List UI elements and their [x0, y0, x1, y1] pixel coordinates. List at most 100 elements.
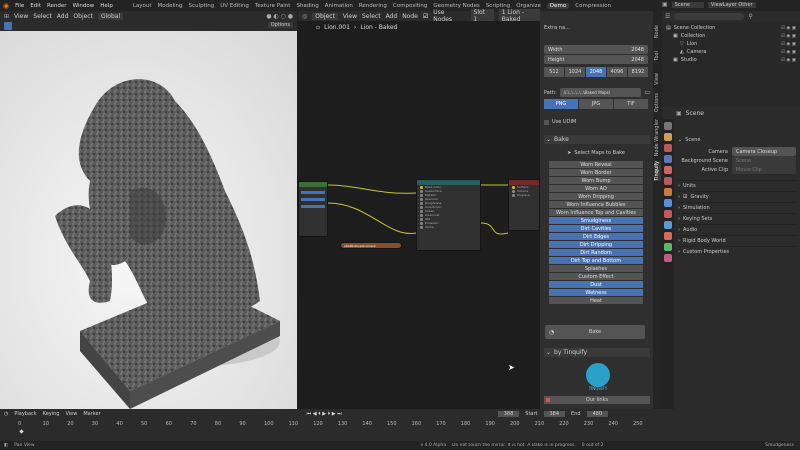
tinquify-section-header[interactable]: ⌄ by Tinquify: [544, 348, 650, 357]
timeline-menu-keying[interactable]: Keying: [43, 411, 60, 417]
tab-shading[interactable]: Shading: [296, 3, 318, 9]
folder-icon[interactable]: ▭: [644, 89, 650, 96]
width-field[interactable]: Width 2048: [544, 45, 648, 54]
viewport-menu-add[interactable]: Add: [57, 13, 69, 20]
breadcrumb-object[interactable]: Lion.001: [324, 24, 350, 31]
select-tool-icon[interactable]: [4, 22, 12, 30]
view-layer-props-icon[interactable]: [664, 155, 672, 163]
visibility-toggles[interactable]: ☑ ◉ ▣: [781, 58, 796, 63]
map-toggle-wetness[interactable]: Wetness: [549, 289, 643, 297]
render-props-icon[interactable]: [664, 133, 672, 141]
tab-options[interactable]: Options: [654, 93, 661, 112]
tab-texture-paint[interactable]: Texture Paint: [255, 3, 291, 9]
map-toggle-worn-influence-top-and-cavities[interactable]: Worn Influence Top and Cavities: [549, 209, 643, 217]
material-props-icon[interactable]: [664, 254, 672, 262]
tab-uv-editing[interactable]: UV Editing: [220, 3, 249, 9]
output-node[interactable]: Surface Volume Displace: [508, 179, 540, 231]
map-toggle-worn-ao[interactable]: Worn AO: [549, 185, 643, 193]
our-links-button[interactable]: Our links: [544, 396, 650, 404]
group-node[interactable]: Base Color Subsurface Metallic Specular …: [416, 179, 481, 251]
tab-scripting[interactable]: Scripting: [486, 3, 510, 9]
visibility-toggles[interactable]: ☑ ◉ ▣: [781, 42, 796, 47]
format-tif[interactable]: TIF: [614, 99, 648, 109]
input-node[interactable]: [298, 181, 328, 237]
timeline-menu-view[interactable]: View: [65, 411, 77, 417]
options-dropdown[interactable]: Options: [267, 22, 293, 28]
viewport-menu-view[interactable]: View: [14, 13, 28, 20]
menu-file[interactable]: File: [15, 3, 24, 9]
node-editor-icon[interactable]: ◎: [302, 13, 307, 20]
modifier-props-icon[interactable]: [664, 199, 672, 207]
orientation-select[interactable]: Global: [97, 12, 124, 20]
viewport-menu-select[interactable]: Select: [33, 13, 52, 20]
tab-sculpting[interactable]: Sculpting: [189, 3, 215, 9]
timeline[interactable]: ◷ Playback Keying View Marker ⏮ ◀ ⏴ ▶ ⏵ …: [0, 409, 800, 441]
udim-checkbox[interactable]: [544, 119, 549, 125]
clock-icon[interactable]: ◷: [4, 411, 8, 417]
node-menu-view[interactable]: View: [343, 13, 357, 20]
scene-name[interactable]: Scene: [671, 1, 704, 8]
node-menu-select[interactable]: Select: [362, 13, 381, 20]
menu-render[interactable]: Render: [47, 3, 67, 9]
res-2048[interactable]: 2048: [586, 67, 606, 77]
srgb-displacement-node[interactable]: sRGBtoDisplacement: [340, 242, 402, 249]
panel-rigid-body-world[interactable]: › Rigid Body World: [678, 235, 796, 246]
scene-section-header[interactable]: ⌄ Scene: [678, 135, 796, 144]
timeline-menu-marker[interactable]: Marker: [83, 411, 100, 417]
panel-units[interactable]: › Units: [678, 180, 796, 191]
panel-gravity[interactable]: › ☑ Gravity: [678, 191, 796, 202]
map-toggle-dirt-cavities[interactable]: Dirt Cavities: [549, 225, 643, 233]
map-toggle-worn-reveal[interactable]: Worn Reveal: [549, 161, 643, 169]
panel-custom-properties[interactable]: › Custom Properties: [678, 246, 796, 257]
start-frame[interactable]: 384: [543, 411, 566, 417]
map-toggle-dirt-top-and-bottom[interactable]: Dirt Top and Bottom: [549, 257, 643, 265]
playback-controls[interactable]: ⏮ ◀ ⏴ ▶ ⏵ ▶ ⏭: [307, 411, 342, 417]
visibility-toggles[interactable]: ☑ ◉ ▣: [781, 26, 796, 31]
breadcrumb-material[interactable]: Lion - Baked: [360, 24, 397, 31]
tab-geometry-nodes[interactable]: Geometry Nodes: [433, 3, 479, 9]
view-layer-name[interactable]: ViewLayer Other: [707, 1, 756, 8]
map-toggle-worn-dripping[interactable]: Worn Dripping: [549, 193, 643, 201]
map-toggle-heat[interactable]: Heat: [549, 297, 643, 305]
output-props-icon[interactable]: [664, 144, 672, 152]
map-toggle-smudginess[interactable]: Smudginess: [549, 217, 643, 225]
outliner-row[interactable]: ▣ Studio ☑ ◉ ▣: [666, 56, 796, 64]
map-toggle-worn-bump[interactable]: Worn Bump: [549, 177, 643, 185]
map-toggle-dirt-random[interactable]: Dirt Random: [549, 249, 643, 257]
filter-icon[interactable]: ⚲: [748, 13, 752, 20]
outliner-row[interactable]: ▣ Collection ☑ ◉ ▣: [666, 32, 796, 40]
res-4096[interactable]: 4096: [607, 67, 627, 77]
use-nodes-checkbox[interactable]: ☑: [423, 13, 428, 20]
map-toggle-worn-border[interactable]: Worn Border: [549, 169, 643, 177]
active-clip-field[interactable]: Movie Clip: [732, 165, 796, 174]
height-field[interactable]: Height 2048: [544, 55, 648, 64]
visibility-toggles[interactable]: ☑ ◉ ▣: [781, 34, 796, 39]
current-frame[interactable]: 388: [497, 411, 520, 417]
map-toggle-splashes[interactable]: Splashes: [549, 265, 643, 273]
node-menu-add[interactable]: Add: [386, 13, 398, 20]
format-png[interactable]: PNG: [544, 99, 578, 109]
map-toggle-custom-effect[interactable]: Custom Effect: [549, 273, 643, 281]
bake-section-header[interactable]: ⌄ Bake: [544, 135, 650, 144]
map-toggle-dust[interactable]: Dust: [549, 281, 643, 289]
map-toggle-dirt-edges[interactable]: Dirt Edges: [549, 233, 643, 241]
menu-window[interactable]: Window: [73, 3, 95, 9]
map-toggle-worn-influence-bubbles[interactable]: Worn Influence Bubbles: [549, 201, 643, 209]
node-object-select[interactable]: Object: [312, 12, 338, 20]
camera-field[interactable]: Camera Closeup: [732, 147, 796, 156]
3d-viewport[interactable]: [0, 31, 297, 409]
outliner-icon[interactable]: ☰: [665, 13, 670, 20]
background-scene-field[interactable]: Scene: [732, 156, 796, 165]
tab-view[interactable]: View: [654, 73, 661, 85]
node-canvas[interactable]: Base Color Subsurface Metallic Specular …: [298, 33, 540, 409]
object-props-icon[interactable]: [664, 188, 672, 196]
res-512[interactable]: 512: [544, 67, 564, 77]
panel-audio[interactable]: › Audio: [678, 224, 796, 235]
particles-props-icon[interactable]: [664, 210, 672, 218]
tab-compositing[interactable]: Compositing: [393, 3, 427, 9]
timeline-menu-playback[interactable]: Playback: [14, 411, 36, 417]
data-props-icon[interactable]: [664, 243, 672, 251]
menu-help[interactable]: Help: [100, 3, 113, 9]
path-field[interactable]: //.\..\..\..\..\Baked Maps\: [559, 88, 642, 97]
res-8192[interactable]: 8192: [628, 67, 648, 77]
